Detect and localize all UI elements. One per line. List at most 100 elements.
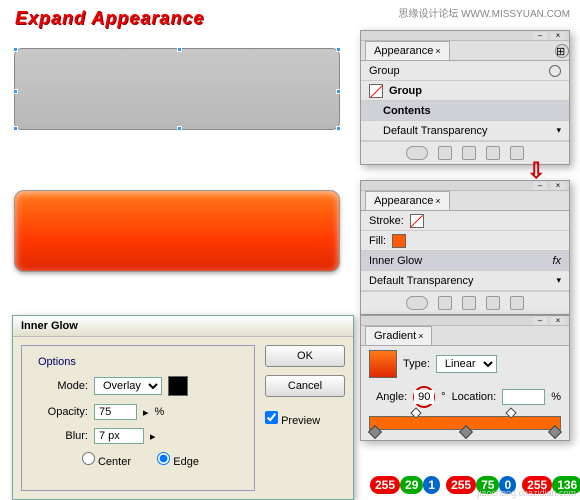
location-label: Location: — [452, 391, 497, 403]
appearance-item-group-bold[interactable]: Group — [361, 81, 569, 101]
orange-glossy-button-artwork — [14, 190, 340, 272]
location-unit: % — [551, 391, 561, 403]
stroke-label: Stroke: — [369, 215, 404, 227]
tab-label: Appearance — [374, 45, 433, 57]
appearance-panel-1: – × Appearance× ⊞ Group Group Contents D… — [360, 30, 570, 165]
dropdown-icon[interactable]: ▾ — [556, 275, 561, 286]
duplicate-icon[interactable] — [462, 296, 476, 310]
stroke-swatch-none[interactable] — [410, 214, 424, 228]
new-icon[interactable] — [486, 146, 500, 160]
appearance-item-transparency[interactable]: Default Transparency ▾ — [361, 121, 569, 141]
r-pill: 255 — [446, 476, 476, 494]
preview-checkbox-label[interactable]: Preview — [265, 411, 345, 427]
mode-select[interactable]: Overlay — [94, 377, 162, 395]
stepper-icon[interactable]: ▸ — [143, 406, 149, 419]
fill-label: Fill: — [369, 235, 386, 247]
tab-close-icon[interactable]: × — [435, 196, 440, 206]
appearance-item-contents[interactable]: Contents — [361, 101, 569, 121]
gradient-panel: – × Gradient× Type: Linear Angle: ° Loca… — [360, 315, 570, 441]
gray-rounded-rect-artwork[interactable] — [14, 48, 340, 130]
gradient-stop[interactable] — [548, 425, 562, 439]
gradient-stop[interactable] — [459, 425, 473, 439]
gradient-preview-swatch[interactable] — [369, 350, 397, 378]
panel-menu-icon[interactable]: ⊞ — [555, 44, 569, 58]
options-legend: Options — [34, 356, 80, 368]
type-select[interactable]: Linear — [436, 355, 497, 373]
item-label: Group — [369, 65, 400, 77]
tab-row: Gradient× — [361, 326, 569, 346]
mode-label: Mode: — [34, 380, 88, 392]
selection-handle[interactable] — [13, 47, 18, 52]
selection-handle[interactable] — [13, 126, 18, 131]
appearance-item-group[interactable]: Group — [361, 61, 569, 81]
fill-row[interactable]: Fill: — [361, 231, 569, 251]
cancel-button[interactable]: Cancel — [265, 375, 345, 397]
tab-row: Appearance× — [361, 191, 569, 211]
degree-symbol: ° — [441, 391, 445, 403]
close-icon[interactable]: × — [551, 182, 565, 190]
item-label: Group — [389, 85, 422, 97]
angle-input-highlight — [413, 386, 435, 408]
close-icon[interactable]: × — [551, 317, 565, 325]
selection-handle[interactable] — [336, 126, 341, 131]
fill-swatch-orange[interactable] — [392, 234, 406, 248]
selection-handle[interactable] — [177, 47, 182, 52]
edge-radio-label[interactable]: Edge — [145, 452, 199, 468]
item-label: Default Transparency — [369, 275, 474, 287]
center-radio[interactable] — [82, 452, 95, 465]
inner-glow-label: Inner Glow — [369, 255, 422, 267]
new-icon[interactable] — [486, 296, 500, 310]
inner-glow-row[interactable]: Inner Glowfx — [361, 251, 569, 271]
trash-icon[interactable] — [510, 296, 524, 310]
panel-header: – × — [361, 31, 569, 41]
bottom-watermark: jiaocheng.chazidian.com — [477, 488, 576, 498]
item-label: Default Transparency — [383, 125, 488, 137]
center-radio-label[interactable]: Center — [77, 452, 131, 468]
location-input — [502, 389, 545, 405]
trash-icon[interactable] — [510, 146, 524, 160]
stepper-icon[interactable]: ▸ — [150, 430, 156, 443]
tab-close-icon[interactable]: × — [418, 331, 423, 341]
ok-button[interactable]: OK — [265, 345, 345, 367]
opacity-unit: % — [155, 406, 165, 418]
blur-label: Blur: — [34, 430, 88, 442]
selection-handle[interactable] — [13, 89, 18, 94]
blur-input[interactable] — [94, 428, 144, 444]
gradient-stop[interactable] — [368, 425, 382, 439]
tab-row: Appearance× ⊞ — [361, 41, 569, 61]
b-pill: 1 — [423, 476, 440, 494]
dialog-title: Inner Glow — [13, 316, 353, 337]
glow-color-swatch[interactable] — [168, 376, 188, 396]
panel-header: – × — [361, 316, 569, 326]
tab-close-icon[interactable]: × — [435, 46, 440, 56]
new-fill-icon[interactable] — [406, 146, 428, 160]
gradient-tab[interactable]: Gradient× — [365, 326, 432, 345]
edge-radio[interactable] — [157, 452, 170, 465]
opacity-input[interactable] — [94, 404, 137, 420]
appearance-panel-2: – × Appearance× Stroke: Fill: Inner Glow… — [360, 180, 570, 315]
default-transparency-row[interactable]: Default Transparency ▾ — [361, 271, 569, 291]
new-fill-icon[interactable] — [406, 296, 428, 310]
angle-label: Angle: — [376, 391, 407, 403]
selection-handle[interactable] — [336, 47, 341, 52]
dropdown-icon[interactable]: ▾ — [556, 125, 561, 136]
panel-header: – × — [361, 181, 569, 191]
close-icon[interactable]: × — [551, 32, 565, 40]
clear-icon[interactable] — [438, 296, 452, 310]
target-icon[interactable] — [549, 65, 561, 77]
watermark-text: 思缘设计论坛 WWW.MISSYUAN.COM — [398, 5, 570, 20]
gradient-slider[interactable] — [369, 416, 561, 430]
appearance-tab[interactable]: Appearance× — [365, 41, 450, 60]
duplicate-icon[interactable] — [462, 146, 476, 160]
minimize-icon[interactable]: – — [533, 32, 547, 40]
stroke-row[interactable]: Stroke: — [361, 211, 569, 231]
appearance-tab[interactable]: Appearance× — [365, 191, 450, 210]
minimize-icon[interactable]: – — [533, 182, 547, 190]
preview-checkbox[interactable] — [265, 411, 278, 424]
minimize-icon[interactable]: – — [533, 317, 547, 325]
selection-handle[interactable] — [336, 89, 341, 94]
angle-input[interactable] — [414, 390, 434, 404]
type-label: Type: — [403, 358, 430, 370]
selection-handle[interactable] — [177, 126, 182, 131]
clear-icon[interactable] — [438, 146, 452, 160]
